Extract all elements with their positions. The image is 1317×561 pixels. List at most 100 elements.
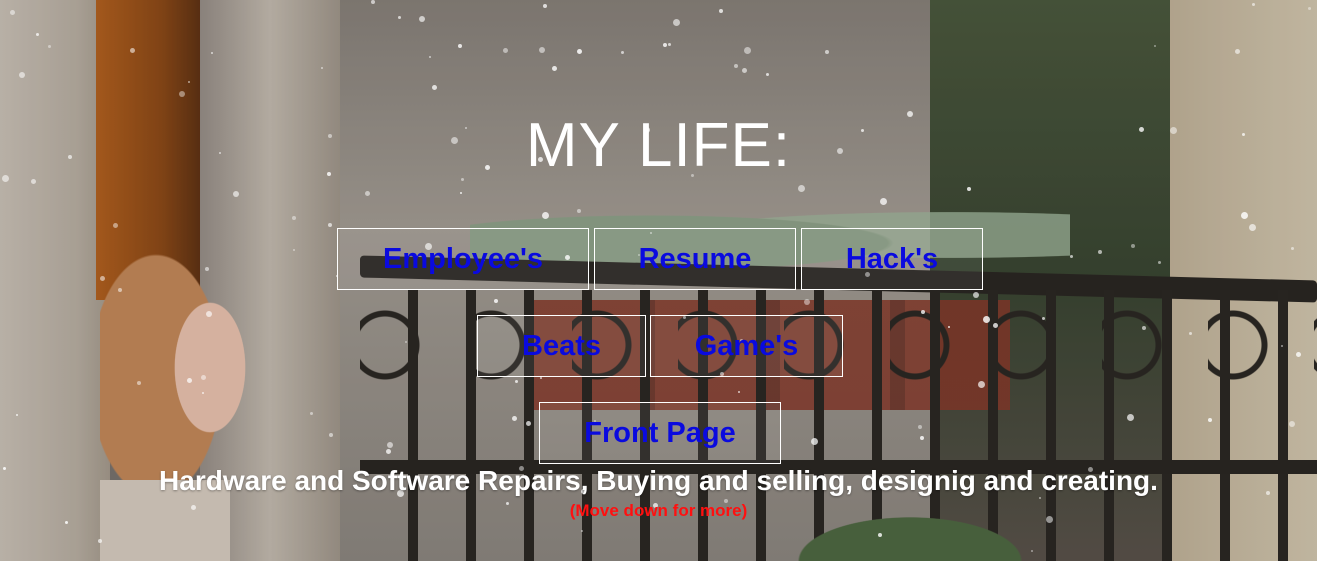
snowflake xyxy=(673,19,680,26)
snowflake xyxy=(233,191,239,197)
snowflake xyxy=(328,223,332,227)
snowflake xyxy=(880,198,887,205)
snowflake xyxy=(1189,332,1192,335)
snowflake xyxy=(918,425,922,429)
snowflake xyxy=(920,436,924,440)
snowflake xyxy=(983,316,990,323)
snowflake xyxy=(804,299,810,305)
snowflake xyxy=(1289,421,1295,427)
snowflake xyxy=(719,9,723,13)
snowflake xyxy=(734,64,738,68)
snowflake xyxy=(526,421,531,426)
snowflake xyxy=(211,52,213,54)
hacks-button[interactable]: Hack's xyxy=(801,228,983,290)
snowflake xyxy=(993,323,998,328)
snowflake xyxy=(321,67,323,69)
beats-button[interactable]: Beats xyxy=(477,315,646,377)
snowflake xyxy=(577,49,582,54)
front-page-button[interactable]: Front Page xyxy=(539,402,781,464)
snowflake xyxy=(1281,345,1283,347)
snowflake xyxy=(978,381,985,388)
snowflake xyxy=(1235,49,1240,54)
snowflake xyxy=(98,539,102,543)
employees-button[interactable]: Employee's xyxy=(337,228,589,290)
snowflake xyxy=(432,85,437,90)
games-button[interactable]: Game's xyxy=(650,315,843,377)
snowflake xyxy=(205,267,209,271)
snowflake xyxy=(503,48,508,53)
snowflake xyxy=(201,375,206,380)
snowflake xyxy=(1098,250,1102,254)
tagline: Hardware and Software Repairs, Buying an… xyxy=(159,465,1158,496)
snowflake xyxy=(100,276,105,281)
snowflake xyxy=(1158,261,1161,264)
snowflake xyxy=(539,47,545,53)
snowflake xyxy=(766,73,769,76)
snowflake xyxy=(1252,3,1255,6)
snowflake xyxy=(552,66,557,71)
snowflake xyxy=(663,43,667,47)
snowflake xyxy=(1296,352,1301,357)
snowflake xyxy=(1142,326,1146,330)
snowflake xyxy=(512,416,517,421)
resume-button[interactable]: Resume xyxy=(594,228,796,290)
snowflake xyxy=(973,292,979,298)
snowflake xyxy=(118,288,122,292)
snowflake xyxy=(387,442,393,448)
snowflake xyxy=(1154,45,1156,47)
page-title: MY LIFE: xyxy=(525,111,792,180)
snowflake xyxy=(206,311,212,317)
snowflake xyxy=(577,209,581,213)
snowflake xyxy=(310,412,313,415)
snowflake xyxy=(581,530,583,532)
snowflake xyxy=(1308,7,1311,10)
snowflake xyxy=(329,433,333,437)
snowflake xyxy=(429,56,431,58)
snowflake xyxy=(16,414,18,416)
snowflake xyxy=(179,91,185,97)
snowflake xyxy=(460,192,462,194)
snowflake xyxy=(1291,247,1294,250)
snowflake xyxy=(1042,317,1045,320)
snowflake xyxy=(738,391,740,393)
scroll-hint: (Move down for more) xyxy=(569,501,748,520)
snowflake xyxy=(798,185,805,192)
snowflake xyxy=(137,381,141,385)
snowflake xyxy=(515,380,518,383)
snowflake xyxy=(188,81,190,83)
snowflake xyxy=(811,438,818,445)
snowflake xyxy=(742,68,747,73)
snowflake xyxy=(10,10,15,15)
snowflake xyxy=(825,50,829,54)
snowflake xyxy=(386,449,391,454)
snowflake xyxy=(1070,255,1073,258)
snowflake xyxy=(1131,244,1135,248)
snowflake xyxy=(494,299,498,303)
snowflake xyxy=(405,341,407,343)
snowflake xyxy=(1249,224,1256,231)
snowflake xyxy=(542,212,549,219)
snowflake xyxy=(621,51,624,54)
snowflake xyxy=(187,378,192,383)
snowflake xyxy=(1208,418,1212,422)
snowflake xyxy=(398,16,401,19)
snowflake xyxy=(113,223,118,228)
snowflake xyxy=(540,377,542,379)
snowflake xyxy=(921,310,925,314)
snowflake xyxy=(371,0,375,4)
snowflake xyxy=(365,191,370,196)
snowflake xyxy=(202,392,204,394)
snowflake xyxy=(1031,550,1033,552)
snowflake xyxy=(948,326,950,328)
snowflake xyxy=(878,533,882,537)
snowflake xyxy=(48,45,51,48)
snowflake xyxy=(744,47,751,54)
snowflake xyxy=(419,16,425,22)
snowflake xyxy=(19,72,25,78)
snowflake xyxy=(668,43,671,46)
snowflake xyxy=(1127,414,1134,421)
snowflake xyxy=(293,249,295,251)
snowflake xyxy=(36,33,39,36)
snowflake xyxy=(967,187,971,191)
snowflake xyxy=(130,48,135,53)
